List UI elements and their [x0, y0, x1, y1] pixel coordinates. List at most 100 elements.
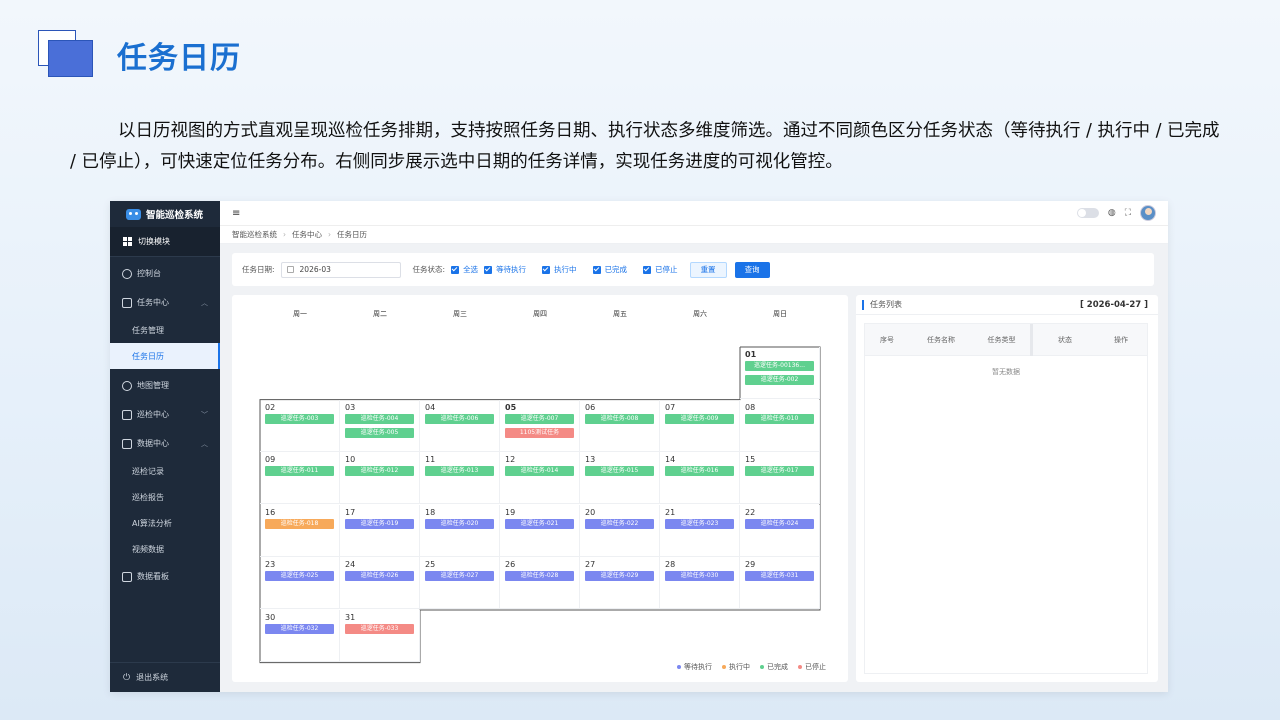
task-tag[interactable]: 巡逻任务-00136...: [745, 361, 814, 371]
calendar-day-cell[interactable]: 25 巡逻任务-027: [420, 557, 500, 610]
task-tag[interactable]: 巡逻任务-007: [505, 413, 574, 424]
calendar-day-cell[interactable]: 15 巡逻任务-017: [740, 452, 820, 505]
sidebar-item-map-manage[interactable]: 地图管理: [110, 371, 220, 400]
calendar-day-cell[interactable]: 16 巡检任务-018: [260, 504, 340, 557]
task-tag[interactable]: 巡检任务-020: [425, 518, 494, 529]
day-number: 05: [505, 402, 517, 412]
calendar-day-cell[interactable]: 03 巡检任务-004 巡逻任务-005: [340, 399, 420, 452]
reset-button[interactable]: 重置: [689, 261, 727, 278]
task-tag[interactable]: 巡检任务-008: [585, 413, 654, 424]
calendar-day-cell[interactable]: 08 巡检任务-010: [740, 399, 820, 452]
calendar-day-cell[interactable]: 28 巡检任务-030: [660, 557, 740, 610]
calendar-day-cell[interactable]: 30 巡检任务-032: [260, 610, 340, 662]
task-tag[interactable]: 巡逻任务-025: [265, 571, 334, 582]
task-tag[interactable]: 巡逻任务-005: [345, 427, 414, 438]
theme-toggle[interactable]: [1076, 208, 1099, 218]
task-tag[interactable]: 巡逻任务-031: [745, 571, 814, 582]
task-tag[interactable]: 巡检任务-012: [345, 466, 414, 477]
avatar[interactable]: [1140, 205, 1156, 221]
chevron-up-icon: ︿: [201, 298, 208, 307]
calendar-day-cell[interactable]: 04 巡检任务-006: [420, 399, 500, 452]
sidebar-item-console[interactable]: 控制台: [110, 259, 220, 288]
sidebar-item-task-calendar[interactable]: 任务日历: [110, 343, 220, 369]
hamburger-icon[interactable]: ≡: [232, 208, 240, 219]
calendar-day-cell[interactable]: 31 巡逻任务-033: [340, 610, 420, 662]
task-tag[interactable]: 巡逻任务-033: [345, 624, 414, 634]
checkbox-waiting[interactable]: 等待执行: [484, 264, 526, 275]
calendar-day-cell[interactable]: 05 巡逻任务-007 1105测试任务: [500, 399, 580, 452]
sidebar-item-ai-analysis[interactable]: AI算法分析: [110, 510, 220, 536]
breadcrumb-item[interactable]: 智能巡检系统: [232, 229, 277, 240]
calendar-day-cell[interactable]: 06 巡检任务-008: [580, 399, 660, 452]
task-tag[interactable]: 巡检任务-030: [665, 571, 734, 582]
task-tag[interactable]: 巡检任务-028: [505, 571, 574, 582]
legend-label: 等待执行: [684, 663, 712, 671]
task-tag[interactable]: 巡检任务-018: [265, 518, 334, 529]
calendar-day-cell[interactable]: 21 巡逻任务-023: [660, 504, 740, 557]
task-tag[interactable]: 巡逻任务-002: [745, 375, 814, 385]
sidebar-item-inspect-report[interactable]: 巡检报告: [110, 484, 220, 510]
task-tag[interactable]: 巡检任务-016: [665, 466, 734, 477]
calendar-day-cell[interactable]: 23 巡逻任务-025: [260, 557, 340, 610]
calendar-day-cell[interactable]: 02 巡逻任务-003: [260, 399, 340, 452]
task-tag[interactable]: 巡逻任务-023: [665, 518, 734, 529]
task-tag[interactable]: 1105测试任务: [505, 427, 574, 438]
sidebar-item-inspect-record[interactable]: 巡检记录: [110, 458, 220, 484]
task-tag[interactable]: 巡检任务-014: [505, 466, 574, 477]
task-tag[interactable]: 巡检任务-024: [745, 518, 814, 529]
sidebar-item-data-board[interactable]: 数据看板: [110, 562, 220, 591]
calendar-day-cell[interactable]: 26 巡检任务-028: [500, 557, 580, 610]
calendar-day-cell[interactable]: 01 巡逻任务-00136... 巡逻任务-002: [740, 347, 820, 399]
column-header: 任务类型: [973, 323, 1033, 356]
task-tag[interactable]: 巡逻任务-029: [585, 571, 654, 582]
globe-icon[interactable]: ◍: [1108, 208, 1116, 218]
task-tag[interactable]: 巡逻任务-011: [265, 466, 334, 477]
task-tag[interactable]: 巡逻任务-027: [425, 571, 494, 582]
power-icon: ⏻: [123, 672, 131, 683]
calendar-day-cell[interactable]: 11 巡逻任务-013: [420, 452, 500, 505]
checkbox-running[interactable]: 执行中: [542, 264, 577, 275]
calendar-day-cell[interactable]: 29 巡逻任务-031: [740, 557, 820, 610]
task-tag[interactable]: 巡逻任务-015: [585, 466, 654, 477]
calendar-day-cell[interactable]: 10 巡检任务-012: [340, 452, 420, 505]
task-tag[interactable]: 巡检任务-032: [265, 624, 334, 634]
calendar-day-cell[interactable]: 19 巡逻任务-021: [500, 504, 580, 557]
calendar-day-cell[interactable]: 17 巡逻任务-019: [340, 504, 420, 557]
calendar-day-cell[interactable]: 12 巡检任务-014: [500, 452, 580, 505]
task-tag[interactable]: 巡检任务-004: [345, 413, 414, 424]
query-button[interactable]: 查询: [734, 261, 770, 278]
module-switch[interactable]: 切换模块: [110, 227, 220, 257]
calendar-day-cell[interactable]: 07 巡逻任务-009: [660, 399, 740, 452]
task-tag[interactable]: 巡逻任务-003: [265, 413, 334, 424]
task-tag[interactable]: 巡逻任务-013: [425, 466, 494, 477]
checkbox-all[interactable]: 全选: [451, 264, 478, 275]
checkbox-stopped[interactable]: 已停止: [643, 264, 678, 275]
calendar-day-cell[interactable]: 09 巡逻任务-011: [260, 452, 340, 505]
fullscreen-icon[interactable]: ⛶: [1125, 208, 1131, 218]
task-tag[interactable]: 巡逻任务-009: [665, 413, 734, 424]
sidebar-item-task-manage[interactable]: 任务管理: [110, 317, 220, 343]
sidebar-item-task-center[interactable]: 任务中心 ︿: [110, 288, 220, 317]
task-tag[interactable]: 巡逻任务-019: [345, 518, 414, 529]
calendar-day-cell[interactable]: 24 巡检任务-026: [340, 557, 420, 610]
task-tag[interactable]: 巡检任务-022: [585, 518, 654, 529]
task-tag[interactable]: 巡检任务-010: [745, 413, 814, 424]
calendar-day-cell[interactable]: 20 巡检任务-022: [580, 504, 660, 557]
task-tag[interactable]: 巡逻任务-017: [745, 466, 814, 477]
calendar-day-cell[interactable]: 13 巡逻任务-015: [580, 452, 660, 505]
breadcrumb-item[interactable]: 任务中心: [292, 229, 322, 240]
calendar-day-cell[interactable]: 18 巡检任务-020: [420, 504, 500, 557]
date-picker[interactable]: 2026-03: [280, 261, 401, 278]
task-tag[interactable]: 巡逻任务-021: [505, 518, 574, 529]
checkbox-done[interactable]: 已完成: [592, 264, 627, 275]
calendar-day-cell[interactable]: 27 巡逻任务-029: [580, 557, 660, 610]
task-tag[interactable]: 巡检任务-006: [425, 413, 494, 424]
calendar-day-cell[interactable]: 22 巡检任务-024: [740, 504, 820, 557]
sidebar-item-video-data[interactable]: 视频数据: [110, 536, 220, 562]
sidebar-item-inspect-center[interactable]: 巡检中心 ﹀: [110, 400, 220, 429]
sidebar-item-data-center[interactable]: 数据中心 ︿: [110, 429, 220, 458]
calendar-day-cell[interactable]: 14 巡检任务-016: [660, 452, 740, 505]
sidebar-item-label: 视频数据: [132, 544, 164, 554]
task-tag[interactable]: 巡检任务-026: [345, 571, 414, 582]
logout-button[interactable]: ⏻ 退出系统: [110, 662, 220, 692]
